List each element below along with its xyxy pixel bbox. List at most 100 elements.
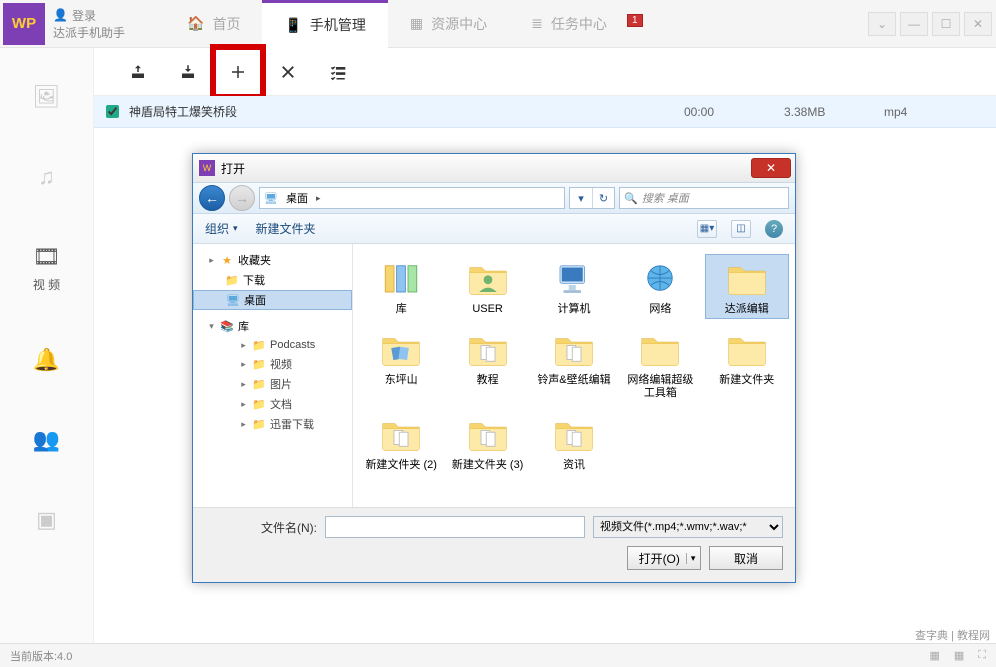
tree-desktop[interactable]: 🖥桌面 (193, 290, 352, 310)
tab-resource-label: 资源中心 (431, 14, 487, 34)
refresh-button[interactable]: ↻ (592, 188, 614, 208)
file-item[interactable]: 新建文件夹 (2) (359, 410, 443, 475)
dialog-body: ▸★收藏夹 📁下载 🖥桌面 ▾📚库 ▸📁Podcasts ▸📁视频 ▸📁图片 ▸… (193, 244, 795, 507)
folder-icon (637, 328, 683, 370)
stack-icon: ≣ (531, 15, 543, 32)
path-segment[interactable]: 桌面 (282, 190, 312, 206)
close-button[interactable]: ✕ (964, 12, 992, 36)
tree-downloads[interactable]: 📁下载 (193, 270, 352, 290)
addr-dropdown-button[interactable]: ▾ (570, 188, 592, 208)
music-icon: ♫ (38, 164, 55, 190)
filetype-select[interactable]: 视频文件(*.mp4;*.wmv;*.wav;* (593, 516, 783, 538)
watermark: 查字典 | 教程网 (915, 627, 990, 643)
side-contacts[interactable]: 👥 (0, 421, 93, 459)
statusbar: 当前版本:4.0 ▦ ▦ ⛶ (0, 643, 996, 667)
export-icon (129, 63, 147, 81)
file-item-label: 网络编辑超级工具箱 (622, 374, 698, 400)
cancel-button[interactable]: 取消 (709, 546, 783, 570)
tree-podcasts[interactable]: ▸📁Podcasts (193, 336, 352, 354)
film-icon: 🎞 (33, 244, 61, 270)
tab-tasks-label: 任务中心 (551, 14, 607, 34)
side-music[interactable]: ♫ (0, 158, 93, 196)
file-item[interactable]: 达派编辑 (705, 254, 789, 319)
file-item[interactable]: 东坪山 (359, 325, 443, 403)
login-link[interactable]: 登录 (72, 7, 96, 24)
file-checkbox[interactable] (106, 105, 119, 118)
dialog-toolbar: 组织 ▾ 新建文件夹 ▦▾ ◫ ? (193, 214, 795, 244)
tree-videos[interactable]: ▸📁视频 (193, 354, 352, 374)
side-video[interactable]: 🎞 视 频 (0, 238, 93, 299)
tree-favorites[interactable]: ▸★收藏夹 (193, 250, 352, 270)
open-file-dialog: W 打开 ✕ ← → 🖥 桌面 ▸ ▾ ↻ 🔍 搜索 桌面 组织 ▾ 新建文件夹… (192, 153, 796, 583)
chevron-right-icon[interactable]: ▸ (316, 193, 321, 204)
dialog-close-button[interactable]: ✕ (751, 158, 791, 178)
address-bar[interactable]: 🖥 桌面 ▸ (259, 187, 565, 209)
view-mode-button[interactable]: ▦▾ (697, 220, 717, 238)
newfolder-label: 新建文件夹 (256, 220, 316, 237)
maximize-button[interactable]: ☐ (932, 12, 960, 36)
phone-icon: 📱 (284, 17, 301, 34)
file-item-label: 资讯 (563, 459, 585, 472)
file-format: mp4 (884, 105, 984, 119)
status-icon-1[interactable]: ▦ (929, 649, 939, 662)
file-item[interactable]: 资讯 (532, 410, 616, 475)
folder-icon: 📁 (225, 273, 239, 287)
export-button[interactable] (122, 56, 154, 88)
status-icon-2[interactable]: ▦ (954, 649, 964, 662)
delete-button[interactable] (272, 56, 304, 88)
status-right: ▦ ▦ ⛶ (929, 649, 986, 662)
tree-library[interactable]: ▾📚库 (193, 316, 352, 336)
tree-documents[interactable]: ▸📁文档 (193, 394, 352, 414)
file-name: 神盾局特工爆笑桥段 (129, 103, 684, 120)
tab-tasks[interactable]: ≣ 任务中心 (509, 0, 629, 48)
nav-back-button[interactable]: ← (199, 185, 225, 211)
file-item-label: 新建文件夹 (3) (452, 459, 524, 472)
open-button-label: 打开(O) (639, 550, 680, 567)
folder-icon: 📁 (252, 357, 266, 371)
help-button[interactable]: ? (765, 220, 783, 238)
add-button[interactable] (222, 56, 254, 88)
status-icon-3[interactable]: ⛶ (978, 649, 986, 662)
file-item[interactable]: USER (445, 254, 529, 319)
file-item[interactable]: 网络编辑超级工具箱 (618, 325, 702, 403)
organize-button[interactable]: 组织 ▾ (205, 220, 238, 237)
dialog-navbar: ← → 🖥 桌面 ▸ ▾ ↻ 🔍 搜索 桌面 (193, 182, 795, 214)
desktop-icon: 🖥 (264, 191, 278, 205)
side-apps[interactable]: ▣ (0, 501, 93, 539)
filename-input[interactable] (325, 516, 585, 538)
file-item[interactable]: 新建文件夹 (3) (445, 410, 529, 475)
star-icon: ★ (220, 253, 234, 267)
tab-home[interactable]: 🏠 首页 (165, 0, 262, 48)
notification-badge[interactable]: 1 (627, 14, 643, 27)
tab-phone[interactable]: 📱 手机管理 (262, 0, 387, 48)
tab-resource[interactable]: ▦ 资源中心 (388, 0, 509, 48)
file-row[interactable]: 神盾局特工爆笑桥段 00:00 3.38MB mp4 (94, 96, 996, 128)
open-button[interactable]: 打开(O) ▾ (627, 546, 701, 570)
file-item-label: USER (472, 303, 503, 316)
import-button[interactable] (172, 56, 204, 88)
minimize-button[interactable]: — (900, 12, 928, 36)
file-item[interactable]: 新建文件夹 (705, 325, 789, 403)
newfolder-button[interactable]: 新建文件夹 (256, 220, 316, 237)
import-icon (179, 63, 197, 81)
tree-label: 迅雷下载 (270, 416, 314, 432)
file-item[interactable]: 教程 (445, 325, 529, 403)
dropdown-button[interactable]: ⌄ (868, 12, 896, 36)
file-item[interactable]: 计算机 (532, 254, 616, 319)
file-item-label: 库 (396, 303, 407, 316)
search-icon: 🔍 (624, 192, 638, 205)
preview-pane-button[interactable]: ◫ (731, 220, 751, 238)
file-item[interactable]: 网络 (618, 254, 702, 319)
people-icon: 👥 (33, 427, 60, 453)
tree-thunder[interactable]: ▸📁迅雷下载 (193, 414, 352, 434)
side-photos[interactable]: 🖼 (0, 78, 93, 116)
network-icon (637, 257, 683, 299)
file-item[interactable]: 库 (359, 254, 443, 319)
chevron-down-icon[interactable]: ▾ (686, 553, 696, 564)
file-item[interactable]: 铃声&壁纸编辑 (532, 325, 616, 403)
list-button[interactable] (322, 56, 354, 88)
tree-pictures[interactable]: ▸📁图片 (193, 374, 352, 394)
search-input[interactable]: 🔍 搜索 桌面 (619, 187, 789, 209)
nav-forward-button[interactable]: → (229, 185, 255, 211)
side-notifications[interactable]: 🔔 (0, 341, 93, 379)
